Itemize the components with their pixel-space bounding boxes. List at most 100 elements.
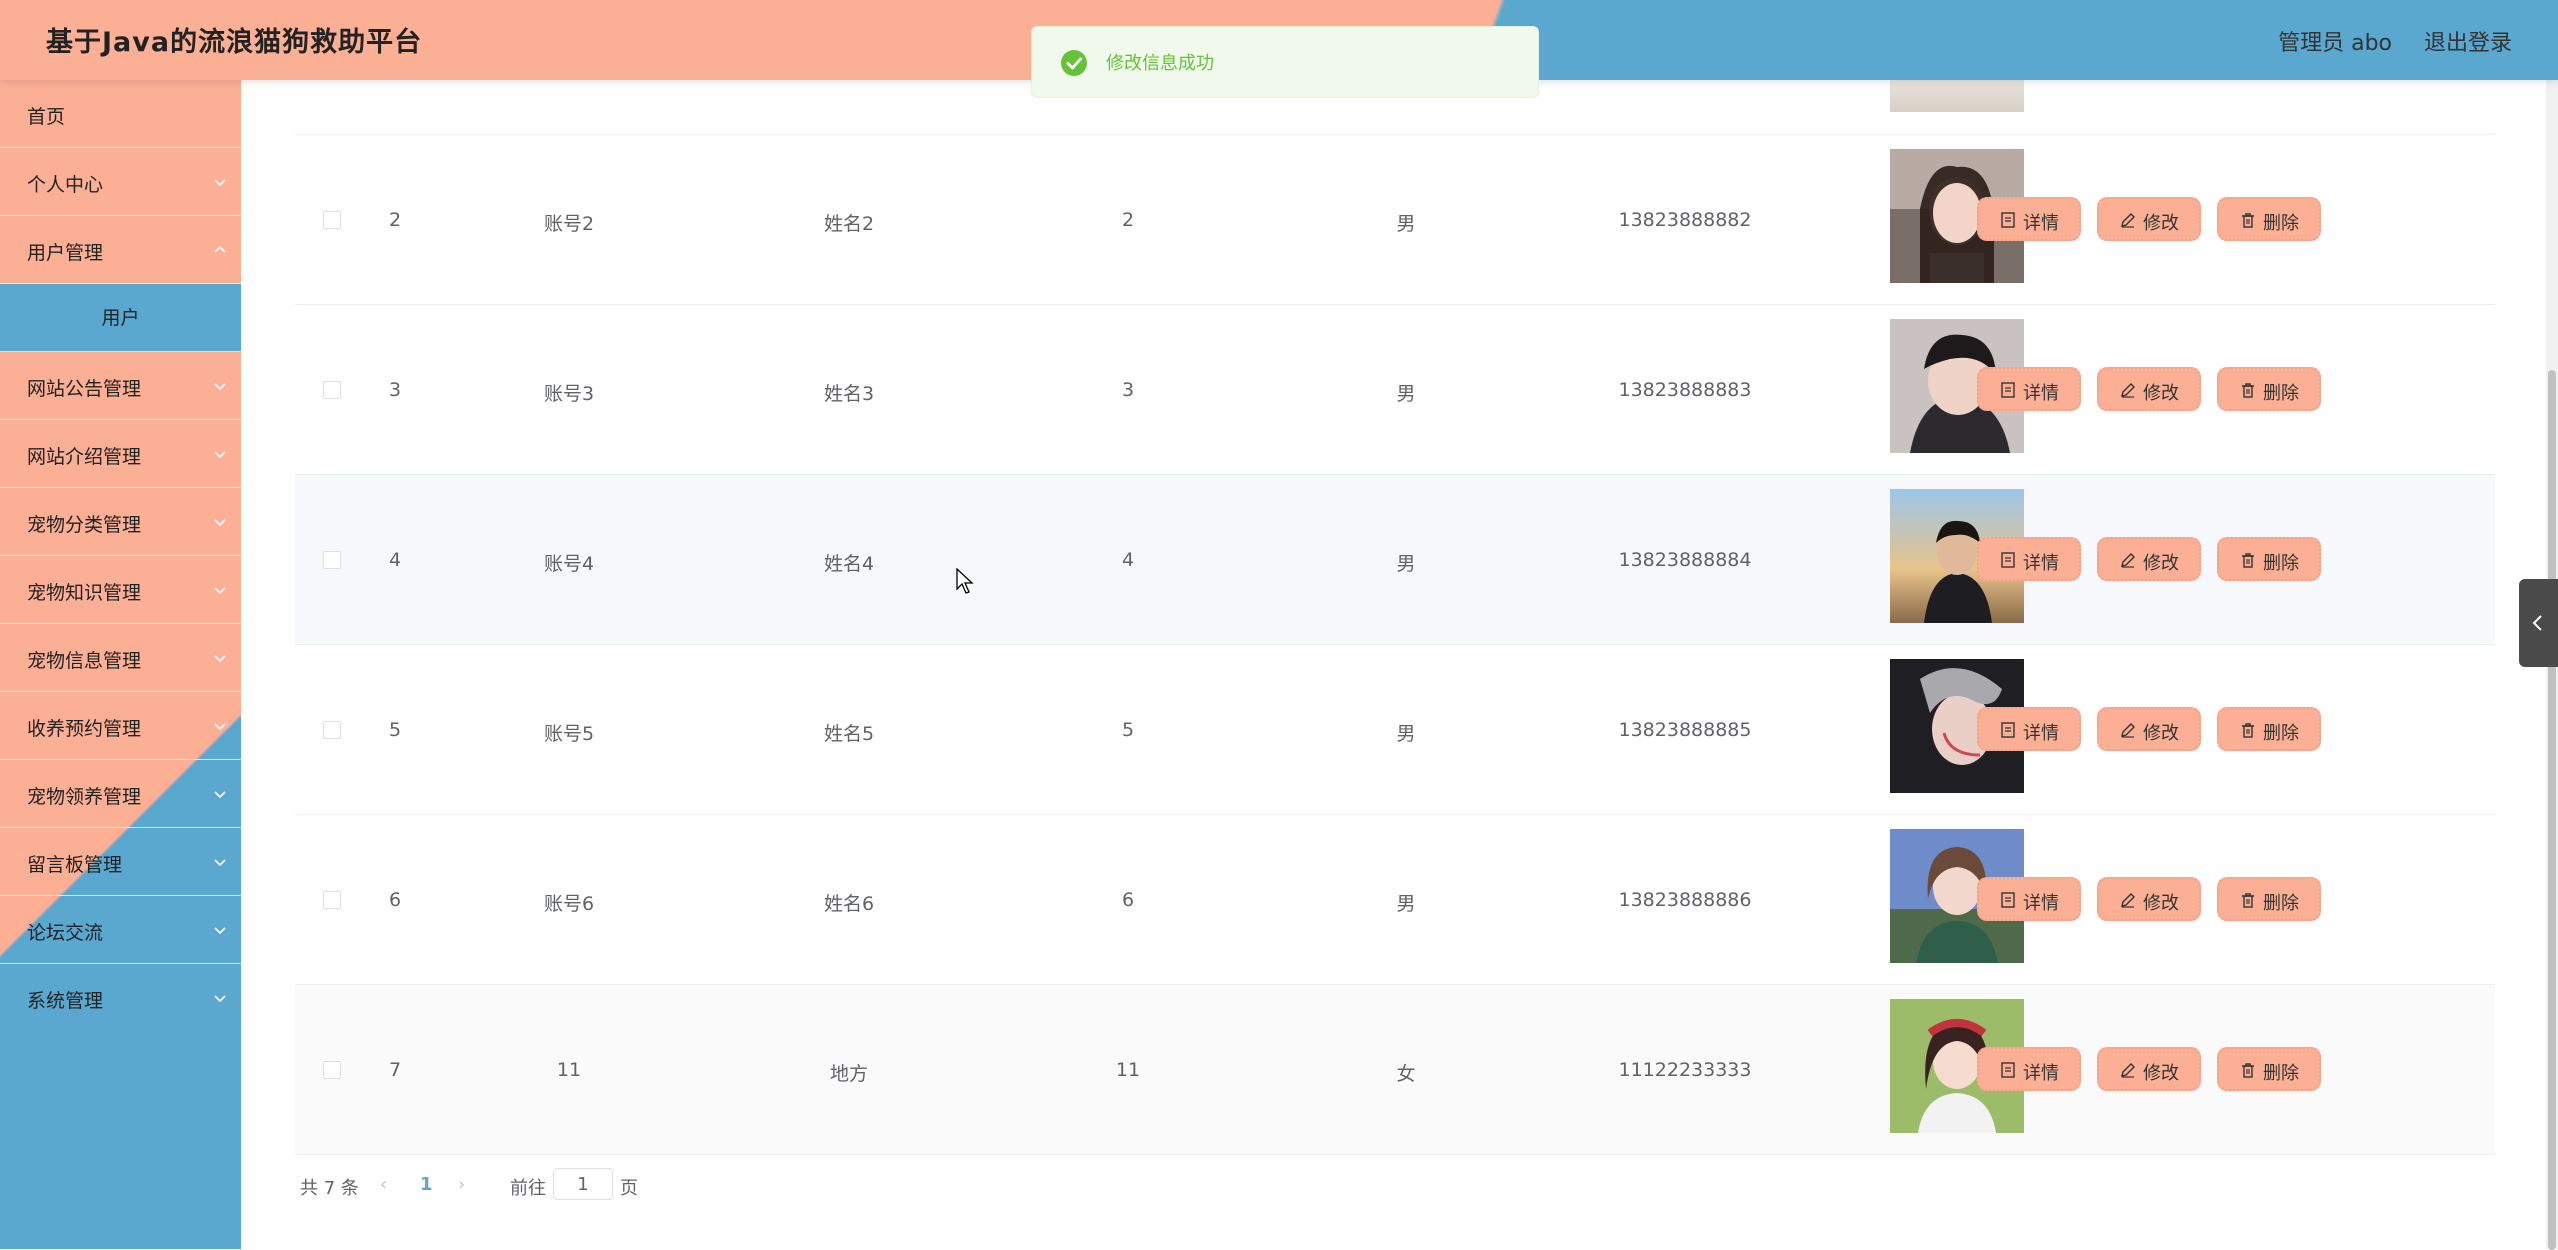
avatar-image-partial [1890, 80, 2024, 112]
cell-account: 账号5 [543, 723, 595, 745]
row-checkbox[interactable] [323, 551, 341, 569]
main-content: 2 账号2 姓名2 2 男 13823888882 详情 修改 删除 3 账号3… [241, 80, 2558, 1249]
edit-pencil-icon [2121, 383, 2135, 398]
detail-button-label: 详情 [2023, 213, 2059, 234]
cell-gender: 男 [1396, 383, 1416, 405]
logout-link[interactable]: 退出登录 [2424, 25, 2512, 57]
cell-index: 3 [388, 379, 402, 401]
sidebar-item-announcement-management[interactable]: 网站公告管理 [0, 352, 241, 420]
delete-button[interactable]: 删除 [2217, 877, 2321, 921]
cell-gender: 男 [1396, 213, 1416, 235]
delete-button[interactable]: 删除 [2217, 1047, 2321, 1091]
chevron-down-icon [214, 655, 226, 663]
row-checkbox[interactable] [323, 721, 341, 739]
sidebar-item-adoption-appointment-management[interactable]: 收养预约管理 [0, 692, 241, 760]
delete-button-label: 删除 [2263, 213, 2299, 234]
chevron-down-icon [214, 587, 226, 595]
edit-pencil-icon [2121, 723, 2135, 738]
sidebar-item-label: 系统管理 [27, 990, 104, 1012]
delete-button[interactable]: 删除 [2217, 707, 2321, 751]
cell-age: 3 [1121, 379, 1135, 401]
table-row: 7 11 地方 11 女 11122233333 详情 修改 删除 [295, 985, 2495, 1155]
edit-pencil-icon [2121, 893, 2135, 908]
sidebar-item-label: 宠物分类管理 [27, 514, 142, 536]
sidebar-item-home[interactable]: 首页 [0, 80, 241, 148]
sidebar-item-pet-category-management[interactable]: 宠物分类管理 [0, 488, 241, 556]
cell-account: 账号3 [543, 383, 595, 405]
cell-gender: 男 [1396, 893, 1416, 915]
sidebar-item-pet-knowledge-management[interactable]: 宠物知识管理 [0, 556, 241, 624]
cell-phone: 13823888883 [1618, 379, 1752, 401]
document-icon [2001, 212, 2015, 228]
edit-button-label: 修改 [2143, 383, 2179, 404]
cell-name: 姓名2 [823, 213, 875, 235]
edit-pencil-icon [2121, 1063, 2135, 1078]
sidebar-item-personal-center[interactable]: 个人中心 [0, 148, 241, 216]
cell-phone: 13823888885 [1618, 719, 1752, 741]
delete-button[interactable]: 删除 [2217, 537, 2321, 581]
cell-index: 2 [388, 209, 402, 231]
admin-user-label: 管理员 abo [2278, 31, 2392, 56]
goto-page-input[interactable] [553, 1168, 613, 1200]
detail-button[interactable]: 详情 [1977, 1047, 2081, 1091]
sidebar-item-label: 个人中心 [27, 174, 104, 196]
cell-age: 11 [1115, 1059, 1141, 1081]
cell-account: 账号4 [543, 553, 595, 575]
delete-button-label: 删除 [2263, 893, 2299, 914]
detail-button[interactable]: 详情 [1977, 367, 2081, 411]
trash-icon [2242, 1063, 2254, 1078]
sidebar-item-system-management[interactable]: 系统管理 [0, 964, 241, 1032]
delete-button-label: 删除 [2263, 383, 2299, 404]
detail-button-label: 详情 [2023, 723, 2059, 744]
delete-button[interactable]: 删除 [2217, 197, 2321, 241]
sidebar-item-site-intro-management[interactable]: 网站介绍管理 [0, 420, 241, 488]
page-number-current[interactable]: 1 [420, 1174, 433, 1195]
chevron-down-icon [214, 791, 226, 799]
detail-button-label: 详情 [2023, 1063, 2059, 1084]
cell-age: 2 [1121, 209, 1135, 231]
cell-phone: 11122233333 [1618, 1059, 1752, 1081]
cell-name: 姓名4 [823, 553, 875, 575]
document-icon [2001, 552, 2015, 568]
detail-button[interactable]: 详情 [1977, 707, 2081, 751]
chevron-left-icon [2532, 615, 2542, 631]
edit-button[interactable]: 修改 [2097, 877, 2201, 921]
edit-button[interactable]: 修改 [2097, 707, 2201, 751]
sidebar-menu: 首页 个人中心 用户管理 用户 网站公告管理 网站介绍管理 宠物分类管理 宠物知… [0, 80, 241, 1249]
check-circle-icon [1061, 50, 1087, 76]
detail-button[interactable]: 详情 [1977, 197, 2081, 241]
row-checkbox[interactable] [323, 381, 341, 399]
detail-button[interactable]: 详情 [1977, 537, 2081, 581]
cell-age: 5 [1121, 719, 1135, 741]
scrollbar-thumb[interactable] [2548, 370, 2556, 1250]
edit-button[interactable]: 修改 [2097, 197, 2201, 241]
row-checkbox[interactable] [323, 1061, 341, 1079]
sidebar-item-label: 留言板管理 [27, 854, 123, 876]
chevron-down-icon [214, 927, 226, 935]
sidebar-item-label: 用户管理 [27, 242, 104, 264]
side-panel-toggle[interactable] [2519, 579, 2558, 667]
edit-button-label: 修改 [2143, 893, 2179, 914]
sidebar-item-forum[interactable]: 论坛交流 [0, 896, 241, 964]
edit-button[interactable]: 修改 [2097, 367, 2201, 411]
detail-button[interactable]: 详情 [1977, 877, 2081, 921]
sidebar-item-pet-adoption-management[interactable]: 宠物领养管理 [0, 760, 241, 828]
sidebar-item-pet-info-management[interactable]: 宠物信息管理 [0, 624, 241, 692]
next-page-icon[interactable]: › [458, 1174, 465, 1195]
edit-button[interactable]: 修改 [2097, 1047, 2201, 1091]
sidebar-item-label: 网站介绍管理 [27, 446, 142, 468]
sidebar-item-message-board-management[interactable]: 留言板管理 [0, 828, 241, 896]
cell-phone: 13823888884 [1618, 549, 1752, 571]
edit-button[interactable]: 修改 [2097, 537, 2201, 581]
success-toast: 修改信息成功 [1031, 26, 1539, 98]
cell-index: 7 [388, 1059, 402, 1081]
delete-button[interactable]: 删除 [2217, 367, 2321, 411]
detail-button-label: 详情 [2023, 893, 2059, 914]
row-checkbox[interactable] [323, 211, 341, 229]
prev-page-icon[interactable]: ‹ [380, 1174, 387, 1195]
sidebar-item-user-management[interactable]: 用户管理 [0, 216, 241, 284]
cell-age: 4 [1121, 549, 1135, 571]
row-checkbox[interactable] [323, 891, 341, 909]
sidebar-subitem-users[interactable]: 用户 [0, 284, 241, 352]
detail-button-label: 详情 [2023, 553, 2059, 574]
